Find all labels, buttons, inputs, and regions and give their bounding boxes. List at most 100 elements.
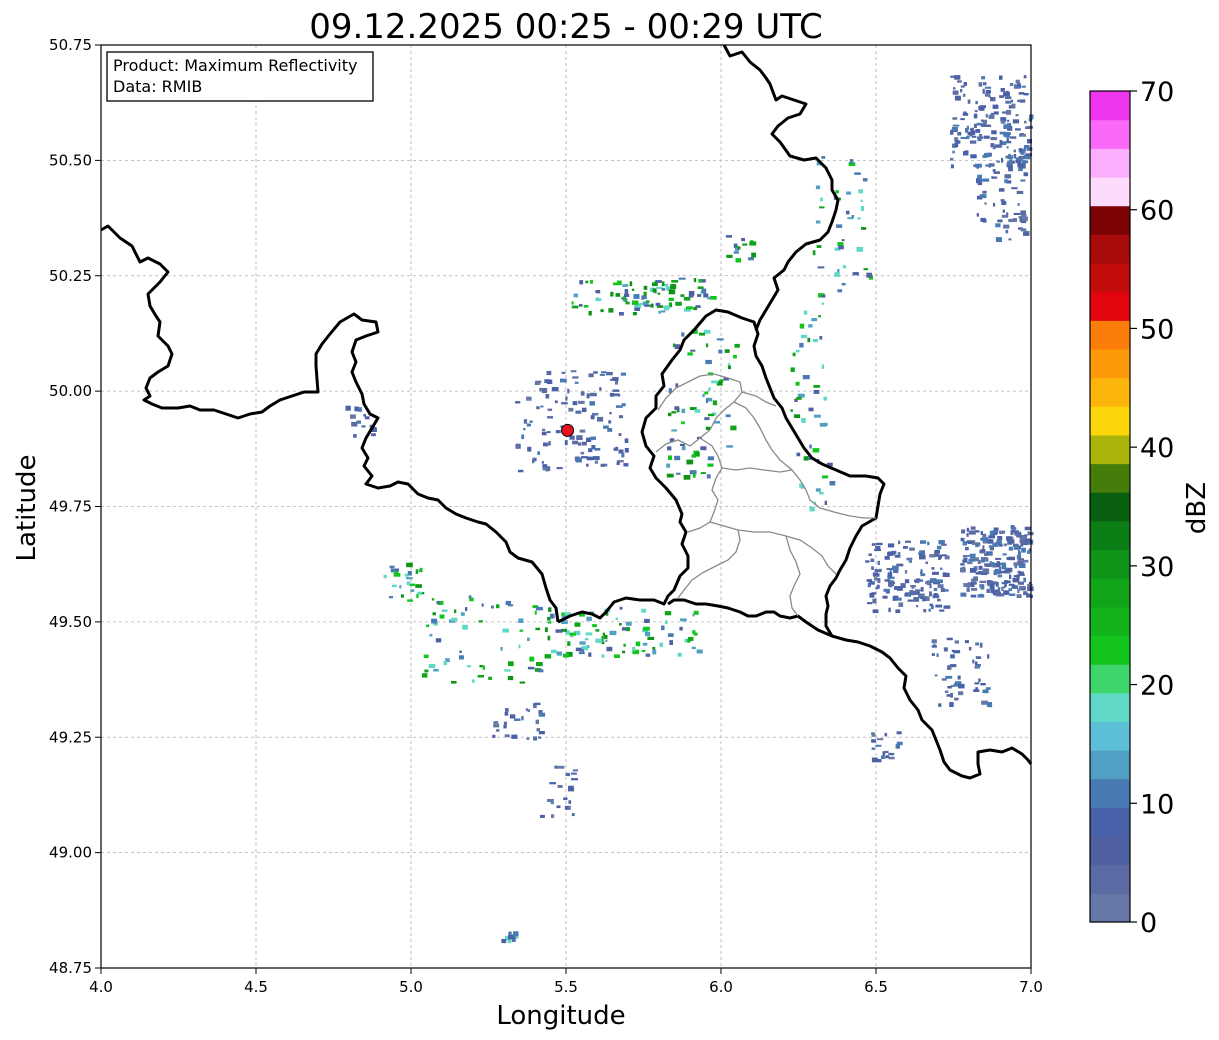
- echo-pixel: [990, 137, 998, 141]
- echo-pixel: [529, 420, 533, 423]
- echo-pixel: [707, 297, 711, 300]
- echo-pixel: [615, 405, 623, 408]
- echo-pixel: [547, 799, 554, 802]
- echo-pixel: [950, 157, 954, 161]
- echo-pixel: [544, 627, 548, 633]
- echo-pixel: [556, 805, 561, 809]
- echo-pixel: [968, 558, 975, 562]
- echo-pixel: [898, 602, 904, 607]
- echo-pixel: [920, 587, 924, 592]
- echo-pixel: [898, 540, 901, 545]
- echo-pixel: [985, 113, 988, 118]
- echo-pixel: [962, 112, 969, 116]
- x-tick-label: 6.0: [709, 978, 733, 996]
- echo-pixel: [521, 434, 525, 440]
- echo-pixel: [857, 217, 861, 220]
- echo-pixel: [624, 289, 629, 294]
- echo-pixel: [974, 682, 980, 685]
- echo-pixel: [999, 75, 1003, 80]
- echo-pixel: [443, 661, 447, 666]
- echo-pixel: [995, 568, 1000, 572]
- echo-pixel: [870, 558, 875, 562]
- echo-pixel: [936, 545, 942, 550]
- echo-pixel: [974, 110, 978, 113]
- echo-pixel: [535, 627, 541, 631]
- echo-pixel: [1009, 574, 1012, 579]
- echo-pixel: [793, 414, 801, 418]
- echo-pixel: [988, 114, 995, 119]
- echo-pixel: [1013, 212, 1021, 215]
- colorbar-segment: [1090, 91, 1130, 121]
- echo-pixel: [1019, 133, 1026, 137]
- echo-pixel: [792, 352, 796, 357]
- echo-pixel: [929, 580, 935, 583]
- echo-pixel: [1024, 120, 1027, 124]
- echo-pixel: [968, 530, 976, 535]
- echo-pixel: [695, 452, 700, 457]
- echo-pixel: [968, 541, 972, 544]
- echo-pixel: [967, 561, 973, 565]
- echo-pixel: [1006, 162, 1011, 166]
- echo-pixel: [521, 716, 524, 721]
- echo-pixel: [1004, 174, 1011, 179]
- echo-pixel: [491, 605, 494, 609]
- echo-pixel: [572, 401, 578, 406]
- echo-pixel: [960, 537, 965, 542]
- echo-pixel: [651, 283, 658, 287]
- echo-pixel: [1002, 586, 1006, 589]
- echo-pixel: [658, 310, 662, 314]
- echo-pixel: [695, 305, 701, 308]
- echo-pixel: [451, 681, 457, 684]
- echo-pixel: [567, 388, 570, 394]
- echo-pixel: [983, 178, 990, 182]
- echo-pixel: [869, 581, 875, 585]
- echo-pixel: [957, 675, 961, 680]
- echo-pixel: [1019, 148, 1023, 152]
- echo-pixel: [612, 389, 620, 392]
- echo-pixel: [560, 378, 567, 383]
- echo-pixel: [975, 572, 983, 575]
- echo-pixel: [875, 587, 878, 590]
- echo-pixel: [889, 576, 895, 579]
- echo-pixel: [997, 587, 1001, 590]
- echo-pixel: [868, 553, 872, 556]
- echo-pixel: [835, 190, 839, 194]
- echo-pixel: [1014, 531, 1022, 536]
- colorbar-segment: [1090, 606, 1130, 637]
- echo-pixel: [963, 557, 968, 563]
- echo-pixel: [659, 642, 663, 648]
- echo-pixel: [1024, 526, 1031, 531]
- radar-map-figure: 09.12.2025 00:25 - 00:29 UTC Product: Ma…: [12, 7, 1212, 1031]
- echo-pixel: [966, 587, 970, 592]
- echo-pixel: [1027, 550, 1030, 554]
- echo-pixel: [433, 668, 439, 672]
- echo-pixel: [979, 642, 983, 648]
- echo-pixel: [716, 338, 724, 341]
- echo-pixel: [851, 215, 855, 218]
- echo-pixel: [967, 99, 971, 104]
- echo-pixel: [407, 571, 412, 576]
- echo-pixel: [613, 393, 620, 397]
- echo-pixel: [568, 787, 575, 792]
- echo-pixel: [595, 298, 602, 302]
- echo-pixel: [962, 93, 966, 97]
- echo-pixel: [518, 469, 524, 473]
- echo-pixel: [472, 679, 475, 683]
- echo-pixel: [641, 295, 647, 299]
- echo-pixel: [618, 449, 624, 454]
- echo-pixel: [960, 88, 963, 93]
- echo-pixel: [929, 603, 933, 607]
- echo-pixel: [962, 541, 968, 546]
- echo-pixel: [547, 379, 553, 384]
- colorbar-segment: [1090, 721, 1130, 751]
- echo-pixel: [718, 349, 723, 354]
- echo-pixel: [725, 235, 732, 238]
- echo-pixel: [623, 643, 626, 647]
- echo-pixel: [819, 422, 826, 427]
- x-tick-label: 4.5: [244, 978, 268, 996]
- x-tick-label: 7.0: [1019, 978, 1043, 996]
- echo-pixel: [642, 642, 648, 646]
- echo-pixel: [533, 736, 537, 741]
- echo-pixel: [995, 237, 1002, 242]
- echo-pixel: [345, 405, 351, 411]
